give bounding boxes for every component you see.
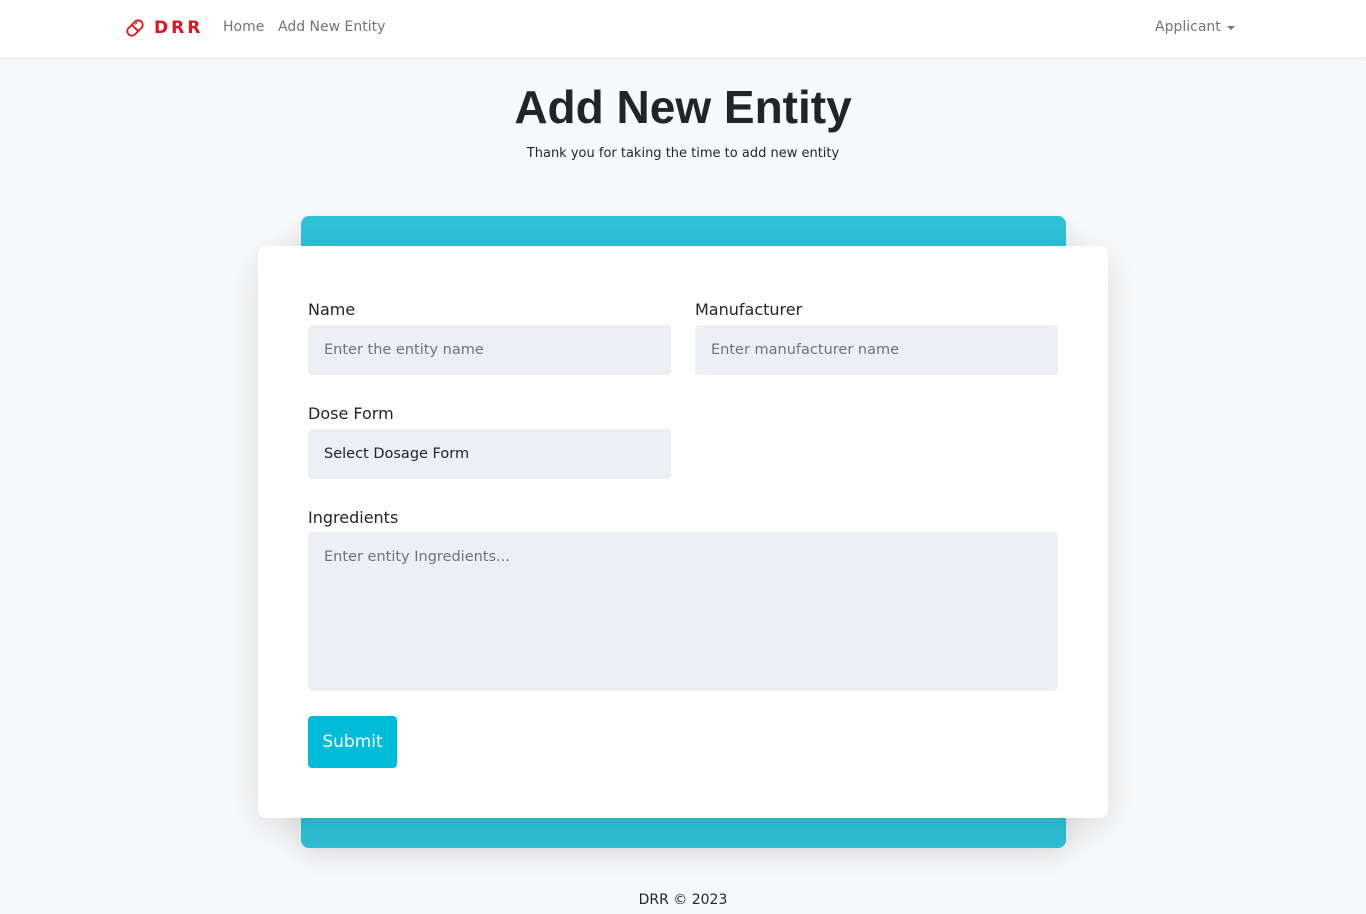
manufacturer-input[interactable] — [695, 325, 1058, 375]
caret-down-icon — [1226, 25, 1235, 30]
ingredients-textarea[interactable] — [308, 532, 1058, 691]
name-label: Name — [308, 300, 356, 319]
page-subtitle: Thank you for taking the time to add new… — [526, 146, 840, 161]
dose-form-label: Dose Form — [308, 404, 394, 423]
brand-link[interactable]: DRR — [124, 16, 203, 40]
dose-form-select[interactable]: Select Dosage Form — [308, 429, 671, 479]
nav-link-add-new-entity[interactable]: Add New Entity — [278, 19, 385, 35]
navbar: DRR Home Add New Entity Applicant — [0, 0, 1366, 57]
manufacturer-label: Manufacturer — [695, 300, 803, 319]
user-menu-dropdown[interactable]: Applicant — [1155, 19, 1235, 35]
name-input[interactable] — [308, 325, 671, 375]
submit-button[interactable]: Submit — [308, 716, 397, 768]
page-title: Add New Entity — [514, 81, 852, 133]
footer-copyright: DRR © 2023 — [638, 892, 728, 908]
pill-icon — [124, 17, 146, 39]
user-menu-label: Applicant — [1155, 19, 1221, 35]
ingredients-label: Ingredients — [308, 508, 399, 527]
brand-name: DRR — [154, 18, 204, 38]
nav-link-home[interactable]: Home — [223, 19, 264, 35]
entity-form-card: Name Manufacturer Dose Form Select Dosag… — [258, 246, 1108, 818]
dose-form-selected: Select Dosage Form — [324, 446, 470, 462]
